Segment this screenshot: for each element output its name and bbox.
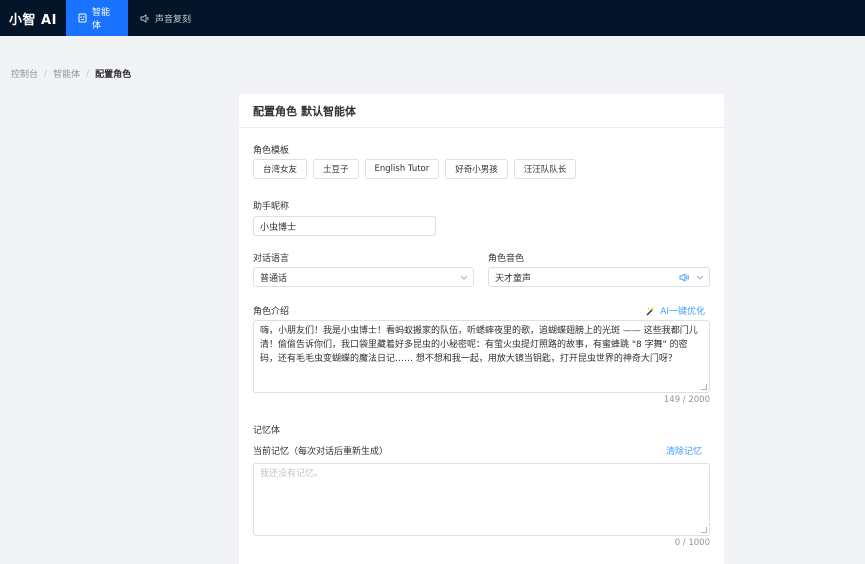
template-button[interactable]: 好奇小男孩 <box>445 159 508 179</box>
resize-handle[interactable] <box>701 527 707 533</box>
template-button[interactable]: 台湾女友 <box>253 159 308 179</box>
card-header: 配置角色 默认智能体 <box>239 94 724 128</box>
resize-handle[interactable] <box>701 384 707 390</box>
intro-label: 角色介绍 <box>253 307 290 317</box>
language-label: 对话语言 <box>253 254 290 264</box>
chevron-down-icon <box>460 275 468 280</box>
breadcrumb-separator: / <box>44 68 48 79</box>
voice-label: 角色音色 <box>488 254 525 264</box>
breadcrumb-console[interactable]: 控制台 <box>11 67 38 80</box>
nickname-input[interactable]: 小虫博士 <box>253 216 436 236</box>
language-select[interactable]: 普通话 <box>253 267 474 287</box>
intro-textarea[interactable]: 嗨，小朋友们！我是小虫博士！看蚂蚁搬家的队伍，听蟋蟀夜里的歌，追蝴蝶翅膀上的光斑… <box>253 320 710 393</box>
clear-memory-button[interactable]: 清除记忆 <box>666 444 702 457</box>
ai-optimize-label: AI一键优化 <box>660 307 705 317</box>
breadcrumb-agents[interactable]: 智能体 <box>53 67 80 80</box>
agent-name: 默认智能体 <box>301 104 356 118</box>
nickname-label: 助手昵称 <box>253 202 290 212</box>
chevron-down-icon <box>696 275 704 280</box>
template-list: 台湾女友 土豆子 English Tutor 好奇小男孩 汪汪队队长 <box>253 159 577 179</box>
current-memory-label: 当前记忆（每次对话后重新生成） <box>253 447 389 457</box>
breadcrumb-current: 配置角色 <box>95 70 132 80</box>
top-navbar: 小智 AI 智能体 声音复刻 <box>0 0 865 36</box>
memory-char-counter: 0 / 1000 <box>674 538 710 548</box>
nav-tab-label: 声音复刻 <box>155 14 192 25</box>
templates-label: 角色模板 <box>253 146 290 156</box>
memory-textarea[interactable]: 我还没有记忆。 <box>253 463 710 536</box>
speaker-icon <box>140 13 150 23</box>
nav-tab-voice-clone[interactable]: 声音复刻 <box>128 0 203 36</box>
page-title: 配置角色 <box>253 104 297 118</box>
nav-tab-agents[interactable]: 智能体 <box>66 0 128 36</box>
memory-placeholder: 我还没有记忆。 <box>260 469 324 479</box>
template-button[interactable]: 汪汪队队长 <box>513 159 577 179</box>
magic-wand-icon <box>646 306 656 316</box>
brand-logo[interactable]: 小智 AI <box>0 0 66 36</box>
template-button[interactable]: English Tutor <box>364 159 440 179</box>
intro-char-counter: 149 / 2000 <box>663 395 710 405</box>
breadcrumb-separator: / <box>86 68 90 79</box>
intro-text: 嗨，小朋友们！我是小虫博士！看蚂蚁搬家的队伍，听蟋蟀夜里的歌，追蝴蝶翅膀上的光斑… <box>260 326 698 364</box>
role-config-card: 配置角色 默认智能体 角色模板 台湾女友 土豆子 English Tutor 好… <box>239 94 724 564</box>
template-button[interactable]: 土豆子 <box>313 159 359 179</box>
ai-optimize-button[interactable]: AI一键优化 <box>646 304 705 317</box>
nickname-value: 小虫博士 <box>260 222 297 233</box>
memory-label: 记忆体 <box>253 426 281 436</box>
robot-icon <box>78 13 87 23</box>
breadcrumb: 控制台 / 智能体 / 配置角色 <box>11 67 132 81</box>
voice-select[interactable]: 天才童声 <box>488 267 710 287</box>
voice-value: 天才童声 <box>495 273 532 284</box>
nav-tab-label: 智能体 <box>92 8 111 31</box>
play-voice-icon[interactable] <box>679 272 690 282</box>
language-value: 普通话 <box>260 273 288 284</box>
